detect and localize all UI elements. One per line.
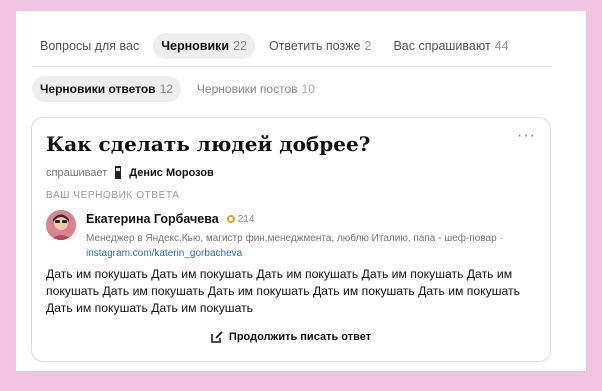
author-rating: 214 — [226, 213, 255, 225]
rating-value: 214 — [237, 213, 255, 225]
subtab-post-drafts[interactable]: Черновики постов 10 — [189, 76, 323, 102]
tab-count: 22 — [233, 39, 247, 53]
author-name[interactable]: Екатерина Горбачева — [86, 212, 219, 226]
author-bio: Менеджер в Яндекс.Кью, магистр фин.менед… — [86, 231, 526, 261]
continue-writing-label: Продолжить писать ответ — [228, 331, 372, 343]
page: Вопросы для вас Черновики 22 Ответить по… — [16, 11, 586, 371]
draft-subtabs: Черновики ответов 12 Черновики постов 10 — [32, 76, 323, 102]
tab-label: Вопросы для вас — [40, 39, 140, 53]
author-avatar[interactable] — [46, 210, 76, 240]
tab-label: Вас спрашивают — [393, 39, 491, 53]
draft-card: ··· Как сделать людей добрее? спрашивает… — [31, 117, 551, 362]
answer-draft-text: Дать им покушать Дать им покушать Дать и… — [46, 267, 520, 315]
question-title[interactable]: Как сделать людей добрее? — [46, 132, 370, 156]
asker-name[interactable]: Денис Морозов — [129, 167, 214, 179]
rating-coin-icon — [226, 215, 235, 223]
tab-label: Черновики — [161, 39, 230, 53]
author-name-row: Екатерина Горбачева 214 — [86, 212, 254, 226]
tab-drafts[interactable]: Черновики 22 — [153, 33, 255, 59]
tab-answer-later[interactable]: Ответить позже 2 — [261, 33, 379, 59]
tab-count: 2 — [364, 39, 372, 53]
subtab-count: 12 — [159, 82, 173, 96]
subtab-label: Черновики постов — [196, 82, 298, 96]
more-options-icon[interactable]: ··· — [517, 128, 536, 144]
tab-label: Ответить позже — [268, 39, 361, 53]
subtab-answer-drafts[interactable]: Черновики ответов 12 — [32, 76, 181, 102]
asker-avatar[interactable] — [113, 166, 123, 179]
draft-label: ВАШ ЧЕРНОВИК ОТВЕТА — [46, 190, 180, 201]
subtab-count: 10 — [301, 82, 315, 96]
main-tabs: Вопросы для вас Черновики 22 Ответить по… — [32, 33, 552, 59]
tab-questions-for-you[interactable]: Вопросы для вас — [32, 33, 147, 59]
tab-count: 44 — [494, 39, 509, 53]
tabs-divider — [32, 66, 552, 67]
tab-you-are-asked[interactable]: Вас спрашивают 44 — [385, 33, 516, 59]
asked-by-label: спрашивает — [46, 166, 108, 179]
author-bio-text: Менеджер в Яндекс.Кью, магистр фин.менед… — [86, 233, 503, 244]
author-instagram-link[interactable]: instagram.com/katerin_gorbacheva — [86, 248, 242, 259]
continue-writing-button[interactable]: Продолжить писать ответ — [32, 331, 550, 343]
asker-row: спрашивает Денис Морозов — [46, 166, 214, 179]
edit-icon — [211, 331, 223, 343]
subtab-label: Черновики ответов — [40, 82, 156, 96]
